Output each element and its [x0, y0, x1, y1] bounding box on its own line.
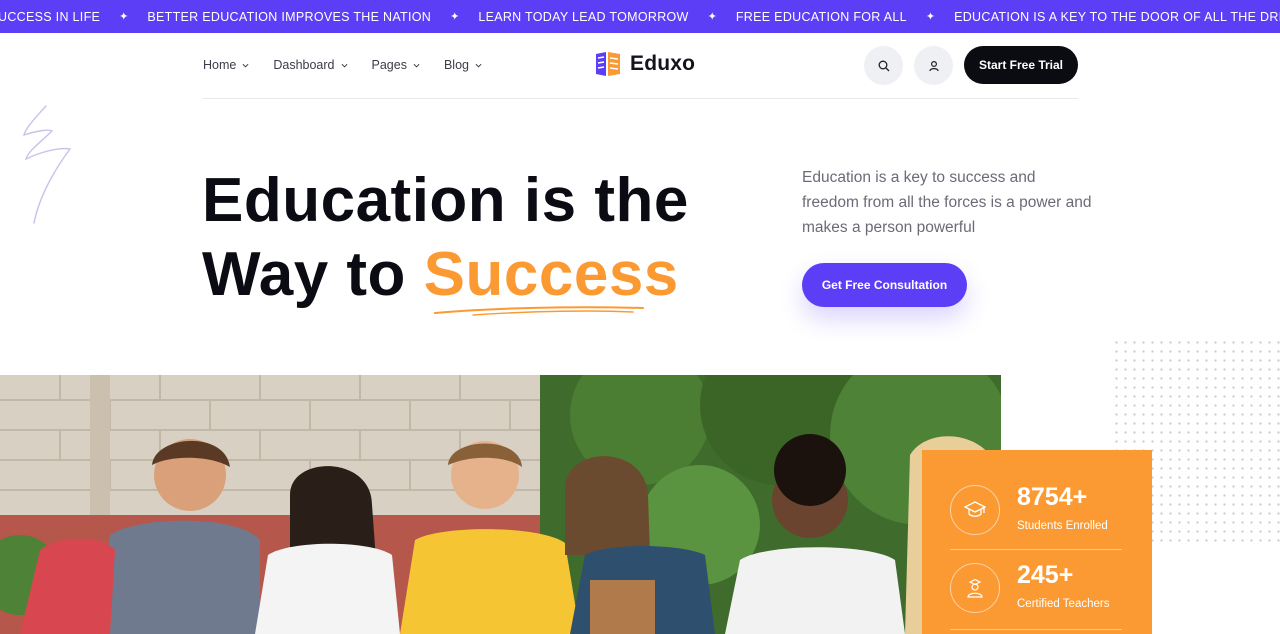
nav-item-pages[interactable]: Pages — [372, 58, 420, 72]
main-nav: Home Dashboard Pages Blog — [203, 33, 506, 97]
nav-item-home[interactable]: Home — [203, 58, 249, 72]
chevron-down-icon — [475, 63, 482, 68]
hero-description: Education is a key to success and freedo… — [802, 169, 1092, 236]
hero-title-line2: Way to Success — [202, 238, 689, 312]
stat-value: 245+ — [1017, 561, 1074, 589]
nav-item-blog[interactable]: Blog — [444, 58, 482, 72]
hero-title-line1: Education is the — [202, 166, 689, 235]
ticker-item: UCCESS IN LIFE — [0, 9, 101, 24]
teacher-icon — [967, 578, 983, 598]
chevron-down-icon — [341, 63, 347, 68]
stat-icon-circle — [950, 563, 1000, 613]
ticker-separator-icon: ✦ — [925, 11, 936, 23]
nav-item-label: Blog — [443, 58, 469, 72]
ticker-separator-icon: ✦ — [707, 11, 717, 23]
chevron-down-icon — [413, 63, 420, 68]
brand-logo[interactable]: Eduxo — [594, 50, 695, 78]
nav-item-dashboard[interactable]: Dashboard — [273, 58, 347, 72]
ticker-item: FREE EDUCATION FOR ALL — [735, 9, 907, 24]
stat-divider — [950, 549, 1122, 550]
book-logo-icon — [596, 52, 620, 76]
students-photo-illustration — [0, 375, 1001, 634]
stat-label: Students Enrolled — [1017, 520, 1108, 532]
stats-card: 8754+ Students Enrolled 245+ Certified T… — [922, 450, 1152, 634]
chevron-down-icon — [242, 63, 249, 68]
search-icon — [878, 60, 889, 71]
ticker-track: UCCESS IN LIFE ✦ BETTER EDUCATION IMPROV… — [0, 0, 1280, 33]
ticker-item: BETTER EDUCATION IMPROVES THE NATION — [147, 9, 432, 24]
hero-title-prefix: Way to — [202, 240, 424, 309]
ticker-item: EDUCATION IS A KEY TO THE DOOR OF ALL TH… — [954, 9, 1280, 24]
brush-underline-decoration — [434, 306, 644, 316]
brand-name: Eduxo — [630, 52, 696, 75]
nav-item-label: Pages — [371, 58, 407, 72]
stat-icon-circle — [950, 485, 1000, 535]
search-button[interactable] — [864, 46, 903, 85]
graduation-cap-icon — [964, 501, 986, 517]
ticker-item: LEARN TODAY LEAD TOMORROW — [478, 9, 689, 24]
ticker-separator-icon: ✦ — [450, 11, 460, 23]
nav-item-label: Dashboard — [273, 58, 335, 72]
hero-title-accent: Success — [423, 240, 679, 309]
students-photo — [0, 375, 1001, 634]
start-free-trial-button[interactable]: Start Free Trial — [964, 46, 1078, 84]
user-icon — [928, 60, 939, 71]
scribble-decoration — [23, 105, 72, 224]
ticker-separator-icon: ✦ — [119, 11, 129, 23]
site-header: Home Dashboard Pages Blog Eduxo Start Fr… — [203, 33, 1078, 99]
announcement-ticker: UCCESS IN LIFE ✦ BETTER EDUCATION IMPROV… — [0, 0, 1280, 33]
hero-title: Education is the Way to Success — [202, 164, 689, 312]
stat-label: Certified Teachers — [1017, 598, 1110, 610]
stat-divider — [950, 629, 1122, 630]
stat-value: 8754+ — [1017, 483, 1088, 511]
get-free-consultation-button[interactable]: Get Free Consultation — [802, 263, 967, 307]
nav-item-label: Home — [203, 58, 237, 72]
account-button[interactable] — [914, 46, 953, 85]
